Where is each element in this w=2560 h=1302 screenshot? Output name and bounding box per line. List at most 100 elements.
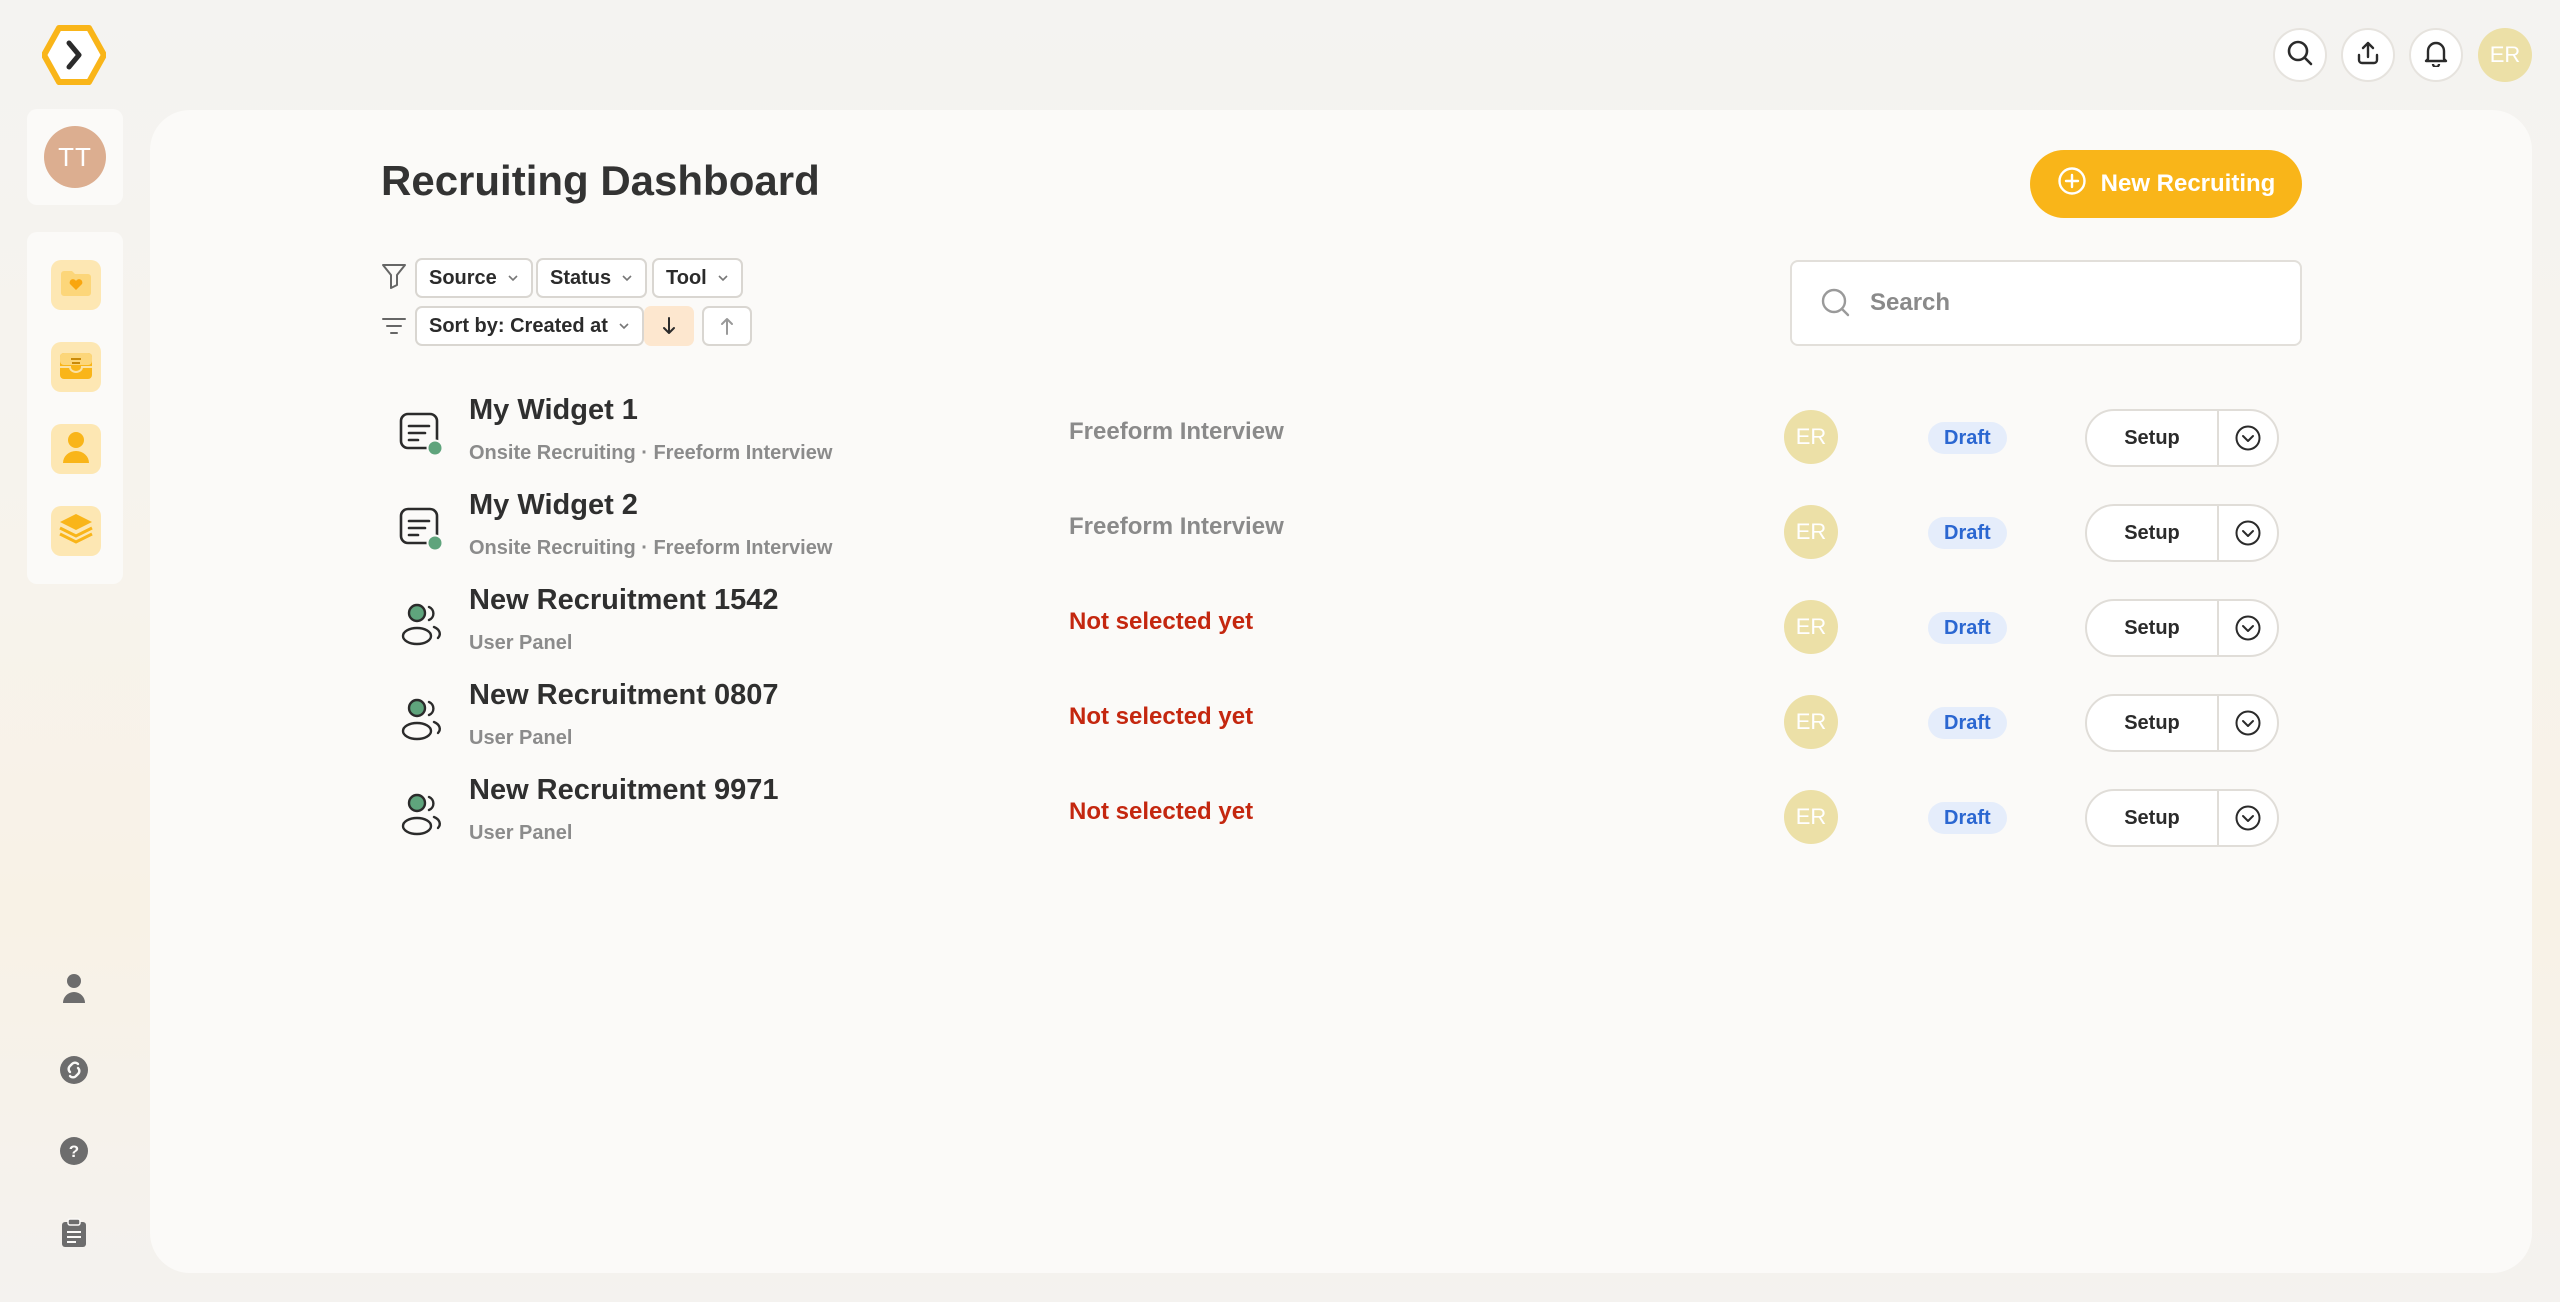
row-subtitle: User Panel: [469, 727, 573, 749]
row-more-button[interactable]: [2219, 696, 2277, 750]
row-title[interactable]: New Recruitment 0807: [469, 679, 778, 712]
workspace-switcher[interactable]: TT: [27, 109, 123, 205]
clipboard-icon[interactable]: [56, 1215, 92, 1251]
upload-icon: [2355, 40, 2381, 71]
status-badge: Draft: [1928, 517, 2007, 549]
setup-button[interactable]: Setup: [2087, 791, 2219, 845]
chevron-down-circle-icon: [2235, 425, 2261, 451]
row-title[interactable]: My Widget 2: [469, 489, 638, 522]
profile-icon[interactable]: [56, 970, 92, 1006]
setup-button[interactable]: Setup: [2087, 506, 2219, 560]
sort-select-label: Sort by: Created at: [429, 314, 608, 337]
row-more-button[interactable]: [2219, 791, 2277, 845]
sort-select[interactable]: Sort by: Created at: [415, 306, 644, 346]
chevron-down-icon: [619, 323, 629, 330]
chevron-down-icon: [508, 275, 518, 282]
sidebar-item-inbox[interactable]: [51, 342, 101, 392]
setup-button-group: Setup: [2085, 599, 2279, 657]
row-method: Not selected yet: [1069, 608, 1254, 635]
row-more-button[interactable]: [2219, 601, 2277, 655]
stack-layers-icon: [58, 512, 94, 551]
search-icon: [2286, 39, 2314, 72]
user-panel-icon: [397, 600, 445, 648]
new-recruiting-label: New Recruiting: [2100, 170, 2276, 197]
search-placeholder: Search: [1870, 289, 1951, 316]
filter-tool-label: Tool: [666, 266, 707, 289]
row-subtitle: Onsite Recruiting · Freeform Interview: [469, 537, 833, 559]
status-badge: Draft: [1928, 612, 2007, 644]
table-row[interactable]: New Recruitment 1542 User Panel Not select…: [381, 580, 2281, 675]
table-row[interactable]: My Widget 2 Onsite Recruiting · Freeform …: [381, 485, 2281, 580]
row-subtitle: Onsite Recruiting · Freeform Interview: [469, 442, 833, 464]
main-panel: Recruiting Dashboard New Recruiting Sour…: [150, 110, 2532, 1273]
inbox-icon: [58, 349, 94, 386]
setup-button-group: Setup: [2085, 409, 2279, 467]
folder-heart-icon: [59, 268, 93, 303]
row-title[interactable]: My Widget 1: [469, 394, 638, 427]
row-more-button[interactable]: [2219, 411, 2277, 465]
filter-funnel-icon: [381, 262, 407, 295]
arrow-up-icon: [721, 318, 733, 335]
filter-status-label: Status: [550, 266, 612, 289]
row-method: Freeform Interview: [1069, 418, 1284, 445]
chevron-down-circle-icon: [2235, 805, 2261, 831]
filter-tool[interactable]: Tool: [652, 258, 743, 298]
chevron-down-circle-icon: [2235, 520, 2261, 546]
widget-doc-icon: [397, 505, 445, 553]
row-title[interactable]: New Recruitment 9971: [469, 774, 778, 807]
status-badge: Draft: [1928, 707, 2007, 739]
sidebar-item-participants[interactable]: [51, 424, 101, 474]
plus-circle-icon: [2057, 166, 2087, 203]
user-panel-icon: [397, 790, 445, 838]
owner-avatar: ER: [1784, 790, 1838, 844]
app-logo[interactable]: [41, 24, 107, 86]
setup-button[interactable]: Setup: [2087, 601, 2219, 655]
owner-avatar: ER: [1784, 600, 1838, 654]
row-more-button[interactable]: [2219, 506, 2277, 560]
sidebar-item-favorites[interactable]: [51, 260, 101, 310]
upload-button[interactable]: [2341, 28, 2395, 82]
row-title[interactable]: New Recruitment 1542: [469, 584, 778, 617]
setup-button-group: Setup: [2085, 789, 2279, 847]
row-subtitle: User Panel: [469, 822, 573, 844]
owner-avatar: ER: [1784, 410, 1838, 464]
setup-button[interactable]: Setup: [2087, 411, 2219, 465]
help-icon[interactable]: ?: [56, 1133, 92, 1169]
user-avatar[interactable]: ER: [2478, 28, 2532, 82]
bell-icon: [2423, 39, 2449, 72]
row-subtitle: User Panel: [469, 632, 573, 654]
filter-source[interactable]: Source: [415, 258, 533, 298]
status-badge: Draft: [1928, 422, 2007, 454]
new-recruiting-button[interactable]: New Recruiting: [2030, 150, 2302, 218]
svg-text:?: ?: [69, 1142, 79, 1161]
setup-button-group: Setup: [2085, 504, 2279, 562]
table-row[interactable]: New Recruitment 9971 User Panel Not select…: [381, 770, 2281, 865]
arrow-down-icon: [663, 317, 675, 334]
sort-ascending-button[interactable]: [702, 306, 752, 346]
sidebar-item-library[interactable]: [51, 506, 101, 556]
table-row[interactable]: My Widget 1 Onsite Recruiting · Freeform …: [381, 390, 2281, 485]
owner-avatar: ER: [1784, 505, 1838, 559]
page-title: Recruiting Dashboard: [381, 157, 820, 204]
workspace-avatar: TT: [44, 126, 106, 188]
row-method: Not selected yet: [1069, 798, 1254, 825]
owner-avatar: ER: [1784, 695, 1838, 749]
setup-button[interactable]: Setup: [2087, 696, 2219, 750]
notifications-button[interactable]: [2409, 28, 2463, 82]
sidebar-nav: [27, 232, 123, 584]
chevron-down-icon: [718, 275, 728, 282]
row-method: Not selected yet: [1069, 703, 1254, 730]
chevron-down-circle-icon: [2235, 615, 2261, 641]
sort-lines-icon: [381, 316, 407, 341]
search-icon: [1821, 288, 1850, 317]
table-row[interactable]: New Recruitment 0807 User Panel Not select…: [381, 675, 2281, 770]
sort-descending-button[interactable]: [644, 306, 694, 346]
user-panel-icon: [397, 695, 445, 743]
status-badge: Draft: [1928, 802, 2007, 834]
setup-button-group: Setup: [2085, 694, 2279, 752]
integrations-icon[interactable]: [56, 1052, 92, 1088]
search-input[interactable]: Search: [1790, 260, 2302, 346]
filter-status[interactable]: Status: [536, 258, 648, 298]
global-search-button[interactable]: [2273, 28, 2327, 82]
chevron-down-circle-icon: [2235, 710, 2261, 736]
